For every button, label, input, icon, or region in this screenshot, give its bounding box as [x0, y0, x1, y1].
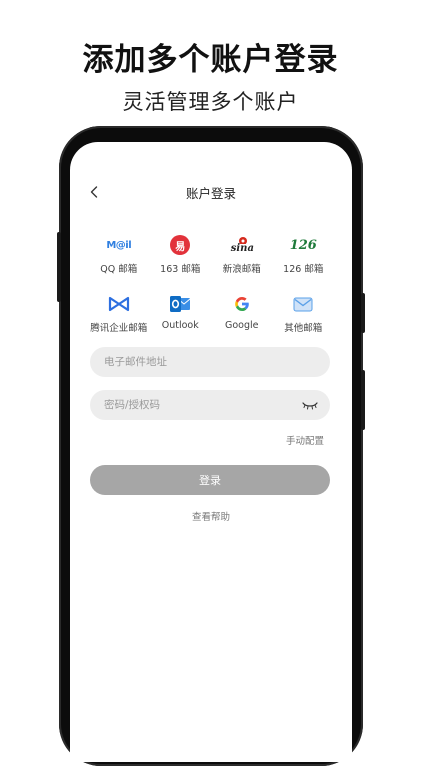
- provider-label: 其他邮箱: [284, 323, 323, 334]
- provider-label: Outlook: [161, 320, 199, 331]
- promo-subline: 灵活管理多个账户: [122, 90, 299, 114]
- provider-sina[interactable]: sina 新浪邮箱: [211, 234, 273, 275]
- provider-label: 新浪邮箱: [222, 264, 261, 275]
- provider-outlook[interactable]: Outlook: [150, 293, 212, 334]
- email-field-wrapper: [90, 347, 330, 377]
- screen-title: 账户登录: [185, 186, 236, 201]
- provider-grid: M@il QQ 邮箱 易 163 邮箱 sina 新浪邮箱 126 126 邮箱…: [88, 234, 334, 352]
- provider-163[interactable]: 易 163 邮箱: [150, 234, 212, 275]
- top-bar: 账户登录: [70, 180, 352, 204]
- manual-config-link[interactable]: 手动配置: [286, 433, 324, 447]
- eye-closed-icon[interactable]: [302, 400, 318, 410]
- phone-side-button: [57, 232, 61, 302]
- provider-label: QQ 邮箱: [100, 264, 138, 275]
- netease-163-icon: 易: [167, 234, 193, 256]
- provider-label: 163 邮箱: [160, 264, 201, 275]
- provider-label: 腾讯企业邮箱: [90, 323, 148, 334]
- login-button[interactable]: 登录: [90, 465, 330, 495]
- phone-volume-button: [361, 370, 365, 430]
- password-input[interactable]: [102, 398, 302, 412]
- mail-126-icon: 126: [289, 237, 317, 253]
- provider-qq[interactable]: M@il QQ 邮箱: [88, 234, 150, 276]
- google-icon: [229, 293, 255, 315]
- provider-other[interactable]: 其他邮箱: [273, 293, 335, 334]
- help-link[interactable]: 查看帮助: [70, 509, 352, 523]
- provider-126[interactable]: 126 126 邮箱: [273, 234, 335, 276]
- outlook-icon: [167, 293, 193, 315]
- promo-headline: 添加多个账户登录: [82, 42, 339, 78]
- phone-power-button: [361, 293, 365, 333]
- other-mail-icon: [290, 293, 316, 315]
- provider-tencent-exmail[interactable]: 腾讯企业邮箱: [88, 293, 150, 334]
- provider-label: 126 邮箱: [283, 264, 324, 275]
- qq-mail-icon: M@il: [106, 239, 132, 251]
- sina-icon: sina: [229, 234, 255, 256]
- phone-screen: 账户登录 M@il QQ 邮箱 易 163 邮箱 sina 新浪邮箱 126 1…: [70, 142, 352, 762]
- provider-google[interactable]: Google: [211, 293, 273, 334]
- provider-label: Google: [224, 320, 259, 331]
- email-input[interactable]: [102, 355, 318, 369]
- password-field-wrapper: [90, 390, 330, 420]
- tencent-exmail-icon: [106, 293, 132, 315]
